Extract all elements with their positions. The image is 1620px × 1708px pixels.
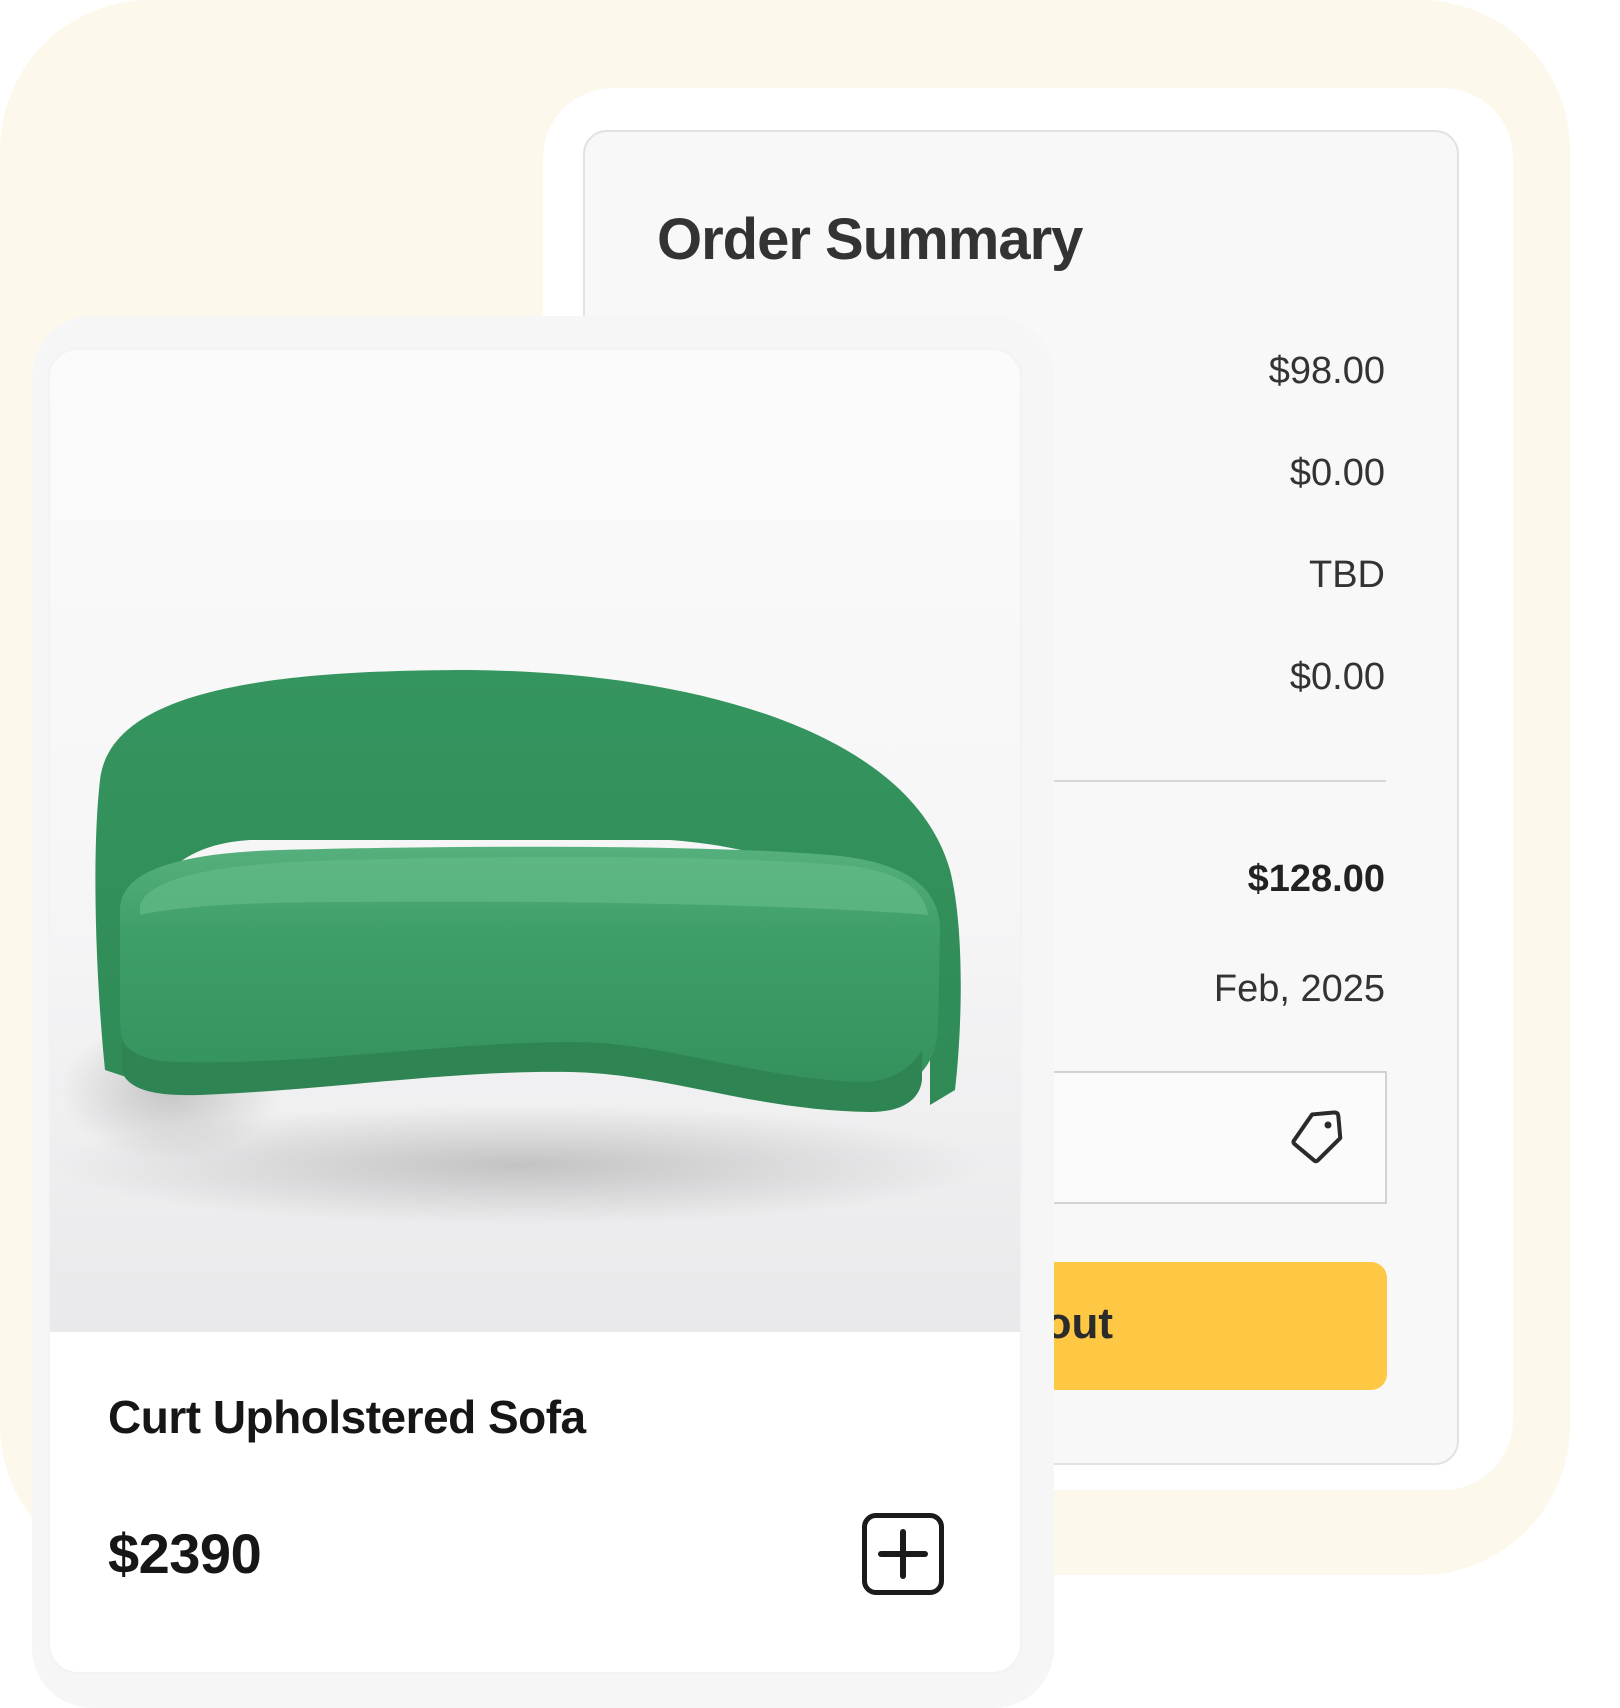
summary-value-row-1: $98.00 bbox=[1268, 350, 1385, 392]
add-to-cart-button[interactable] bbox=[862, 1513, 944, 1595]
summary-total-value: $128.00 bbox=[1247, 858, 1385, 900]
product-price: $2390 bbox=[108, 1522, 262, 1585]
summary-value-row-4: $0.00 bbox=[1289, 656, 1385, 698]
plus-icon bbox=[878, 1529, 928, 1579]
product-name: Curt Upholstered Sofa bbox=[108, 1391, 586, 1443]
product-image bbox=[50, 350, 1020, 1332]
summary-value-row-3: TBD bbox=[1309, 554, 1385, 596]
summary-delivery-date: Feb, 2025 bbox=[1213, 968, 1385, 1010]
order-summary-title: Order Summary bbox=[657, 207, 1083, 272]
summary-divider bbox=[1000, 780, 1386, 782]
tag-icon bbox=[1290, 1108, 1346, 1164]
checkout-button-label: out bbox=[1044, 1299, 1113, 1348]
product-card[interactable]: Curt Upholstered Sofa $2390 bbox=[50, 350, 1020, 1672]
summary-value-row-2: $0.00 bbox=[1289, 452, 1385, 494]
